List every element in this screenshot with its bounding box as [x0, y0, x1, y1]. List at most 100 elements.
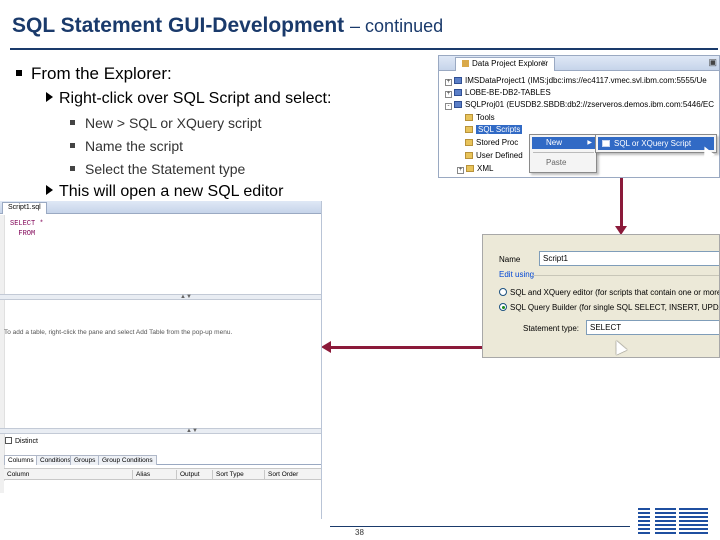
- collapse-icon[interactable]: -: [445, 103, 452, 110]
- radio-label: SQL Query Builder (for single SQL SELECT…: [510, 303, 720, 312]
- left-arrow-shaft: [330, 346, 484, 349]
- triangle-bullet-icon: [46, 92, 53, 102]
- close-icon[interactable]: x: [542, 58, 546, 67]
- sub-bullet-type: Select the Statement type: [70, 161, 245, 177]
- tree-item-ims-project[interactable]: + IMSDataProject1 (IMS:jdbc:ims://ec4117.…: [445, 75, 707, 86]
- checkbox-icon[interactable]: [5, 437, 12, 444]
- project-icon: [454, 101, 462, 108]
- splitter-arrows-icon: ▲▼: [180, 294, 192, 300]
- menu-item-label: SQL or XQuery Script: [614, 139, 692, 148]
- edit-using-label: Edit using: [499, 270, 535, 279]
- square-bullet-icon: [16, 70, 22, 76]
- columns-grid-body[interactable]: [4, 481, 321, 519]
- folder-icon: [465, 126, 473, 133]
- tree-label: SQL Scripts: [476, 125, 523, 134]
- tree-item-user-defined[interactable]: User Defined: [465, 150, 523, 161]
- ibm-logo-mark: [638, 508, 708, 534]
- column-header[interactable]: Sort Type: [212, 470, 244, 480]
- tab-conditions[interactable]: Conditions: [36, 455, 75, 465]
- tab-columns[interactable]: Columns: [4, 455, 38, 465]
- down-arrow-shaft: [620, 178, 623, 228]
- sql-editor: Script1.sql SELECT * FROM ▲▼ To add a ta…: [0, 201, 322, 519]
- tree-label: Tools: [476, 113, 495, 122]
- tree-item-lobe-tables[interactable]: + LOBE-BE-DB2-TABLES: [445, 87, 551, 98]
- bullet-text: From the Explorer:: [31, 64, 172, 83]
- menu-item-sql-xquery-script[interactable]: SQL or XQuery Script: [598, 137, 714, 150]
- radio-sql-query-builder[interactable]: SQL Query Builder (for single SQL SELECT…: [499, 303, 720, 312]
- bullet-text: This will open a new SQL editor: [59, 183, 284, 200]
- tree-item-tools[interactable]: Tools: [465, 112, 495, 123]
- explorer-tab-bar: Data Project Explorer x ▣: [439, 56, 719, 71]
- view-controls-icon[interactable]: ▣: [708, 57, 717, 68]
- folder-icon: [465, 139, 473, 146]
- explorer-tab-label: Data Project Explorer: [472, 59, 549, 68]
- slide-title-main: SQL Statement GUI-Development: [12, 14, 345, 37]
- script-icon: [602, 140, 610, 147]
- pane-splitter[interactable]: ▲▼: [0, 428, 321, 434]
- menu-separator: [533, 152, 594, 153]
- tab-group-conditions[interactable]: Group Conditions: [98, 455, 157, 465]
- tree-label: SQLProj01 (EUSDB2.SBDB:db2://zserveros.d…: [465, 100, 714, 109]
- folder-icon: [465, 114, 473, 121]
- left-arrow-icon: [321, 341, 331, 353]
- explorer-icon: [462, 60, 469, 67]
- tab-groups[interactable]: Groups: [70, 455, 100, 465]
- square-bullet-icon: [70, 143, 75, 148]
- statement-type-label: Statement type:: [523, 324, 580, 333]
- context-menu: New Paste: [529, 134, 597, 173]
- expand-icon[interactable]: +: [445, 91, 452, 98]
- tree-label: User Defined: [476, 151, 523, 160]
- distinct-checkbox[interactable]: Distinct: [5, 437, 38, 445]
- expand-icon[interactable]: +: [457, 167, 464, 174]
- code-line: SELECT *: [10, 220, 44, 228]
- bullet-text: Name the script: [85, 138, 184, 154]
- tree-label: LOBE-BE-DB2-TABLES: [465, 88, 551, 97]
- editor-ruler: [0, 215, 5, 493]
- column-header[interactable]: Column: [4, 470, 29, 480]
- statement-type-select[interactable]: SELECT: [586, 320, 719, 335]
- project-icon: [454, 77, 462, 84]
- radio-icon[interactable]: [499, 288, 507, 296]
- splitter-arrows-icon: ▲▼: [186, 428, 198, 434]
- tree-item-sql-scripts[interactable]: SQL Scripts: [465, 124, 523, 135]
- tree-item-sqlproj01[interactable]: - SQLProj01 (EUSDB2.SBDB:db2://zserveros.…: [445, 99, 714, 110]
- menu-item-new[interactable]: New: [532, 137, 595, 149]
- square-bullet-icon: [70, 166, 75, 171]
- column-header[interactable]: Output: [176, 470, 200, 480]
- project-icon: [454, 89, 462, 96]
- slide-title-suffix: – continued: [350, 16, 444, 36]
- triangle-bullet-icon: [46, 185, 53, 195]
- checkbox-label: Distinct: [15, 438, 38, 445]
- radio-sql-xquery-editor[interactable]: SQL and XQuery editor (for scripts that …: [499, 288, 720, 297]
- editor-tab-bar: Script1.sql: [0, 201, 321, 214]
- sub-bullet-new: New > SQL or XQuery script: [70, 115, 261, 131]
- tree-item-stored-procedures[interactable]: Stored Proc: [465, 137, 518, 148]
- menu-item-paste[interactable]: Paste: [532, 157, 595, 169]
- bullet-text: Select the Statement type: [85, 161, 246, 177]
- column-header[interactable]: Alias: [132, 470, 150, 480]
- folder-icon: [465, 152, 473, 159]
- explorer-tab[interactable]: Data Project Explorer: [455, 57, 556, 71]
- ibm-logo: [638, 508, 708, 534]
- bullet-text: Right-click over SQL Script and select:: [59, 90, 332, 107]
- name-label: Name: [499, 255, 521, 264]
- bullet-right-click: Right-click over SQL Script and select:: [46, 90, 331, 108]
- radio-label: SQL and XQuery editor (for scripts that …: [510, 288, 720, 297]
- tree-label: XML: [477, 164, 494, 173]
- sql-code[interactable]: SELECT * FROM: [10, 219, 44, 239]
- bullet-text: New > SQL or XQuery script: [85, 115, 262, 131]
- square-bullet-icon: [70, 120, 75, 125]
- editor-tab[interactable]: Script1.sql: [2, 202, 47, 214]
- tree-label: Stored Proc: [476, 138, 519, 147]
- radio-selected-icon[interactable]: [499, 303, 507, 311]
- new-script-wizard: Name Script1 Edit using SQL and XQuery e…: [482, 234, 720, 358]
- column-header[interactable]: Sort Order: [264, 470, 298, 480]
- pane-splitter[interactable]: ▲▼: [0, 294, 321, 300]
- expand-icon[interactable]: +: [445, 79, 452, 86]
- tree-label: IMSDataProject1 (IMS:jdbc:ims://ec4117.v…: [465, 76, 707, 85]
- slide-title: SQL Statement GUI-Development – continue…: [12, 14, 443, 38]
- script-name-input[interactable]: Script1: [539, 251, 719, 266]
- footer-rule: [330, 526, 630, 527]
- tree-item-xml[interactable]: + XML: [457, 163, 493, 174]
- code-line: FROM: [10, 230, 36, 238]
